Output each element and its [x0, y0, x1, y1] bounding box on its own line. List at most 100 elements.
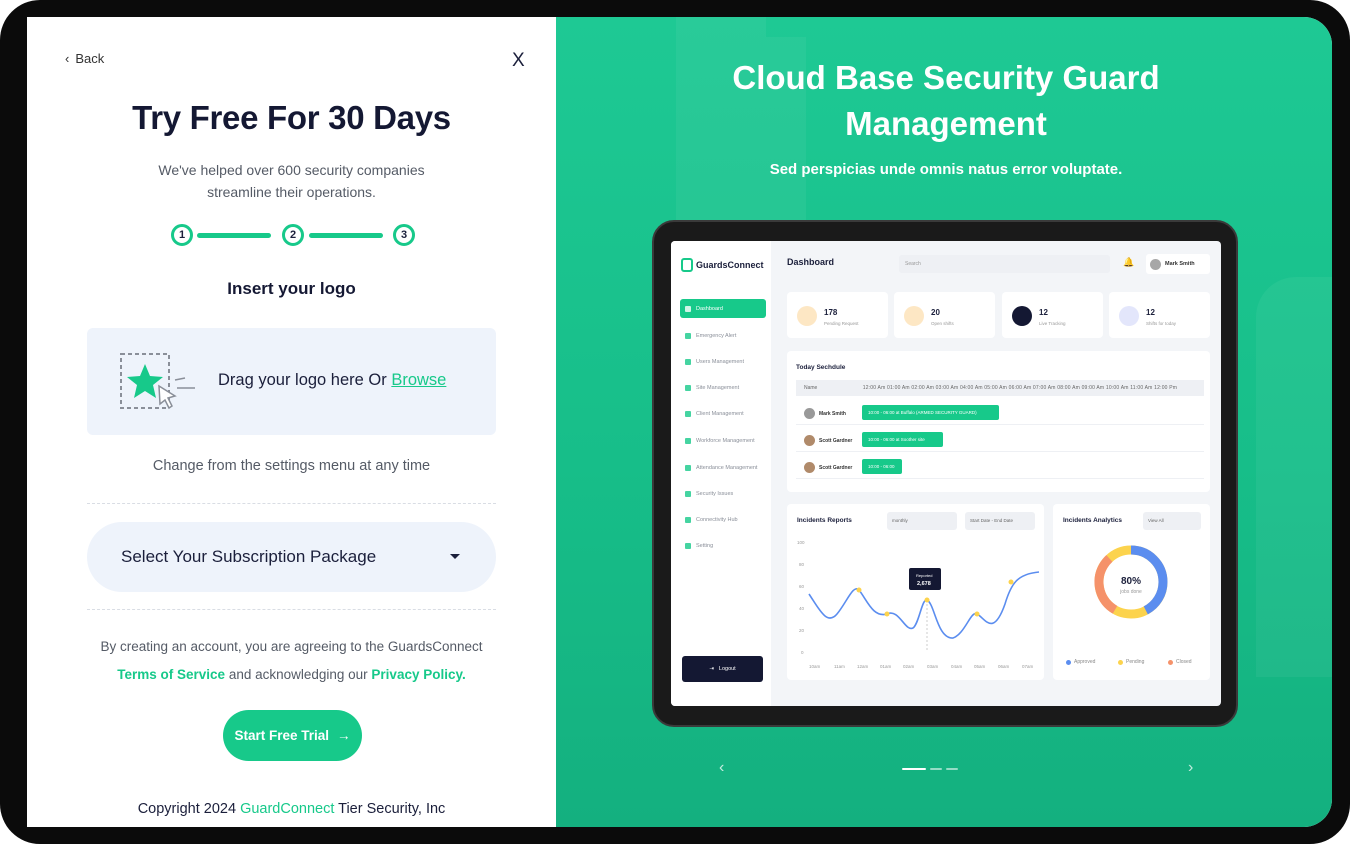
nav-dashboard: Dashboard — [680, 299, 766, 318]
start-free-trial-button[interactable]: Start Free Trial → — [223, 710, 362, 761]
y-tick: 100 — [797, 540, 805, 545]
divider — [87, 503, 496, 504]
nav-users-management: Users Management — [680, 352, 766, 371]
step-3: 3 — [393, 224, 415, 246]
x-tick: 04am — [951, 664, 963, 669]
back-label: Back — [75, 51, 105, 66]
nav-workforce-management: Workforce Management — [680, 431, 766, 450]
legend-label: Pending — [1126, 659, 1145, 665]
logo-dropzone[interactable]: Drag your logo here Or Browse — [87, 328, 496, 435]
stat-label: Pending Request — [824, 321, 859, 326]
step-1: 1 — [171, 224, 193, 246]
tablet-mockup: GuardsConnect Dashboard Emergency Alert … — [652, 220, 1238, 727]
legend-dot — [1168, 659, 1173, 665]
carousel-dot[interactable] — [902, 768, 926, 770]
incidents-reports-card: Incidents Reports monthly Start Date - E… — [787, 504, 1044, 680]
step-connector — [309, 233, 383, 238]
carousel-prev-button[interactable]: ‹ — [719, 759, 724, 777]
subscription-select[interactable]: Select Your Subscription Package — [87, 522, 496, 592]
terms-of-service-link[interactable]: Terms of Service — [117, 667, 225, 682]
stat-card: 178 Pending Request — [787, 292, 888, 338]
today-schedule: Today Sechdule Name 12:00 Am 01:00 Am 02… — [787, 351, 1210, 492]
hero-subtitle: Sed perspicias unde omnis natus error vo… — [769, 161, 1123, 178]
stat-card: 12 Live Tracking — [1002, 292, 1103, 338]
x-tick: 11am — [834, 664, 845, 669]
nav-site-management: Site Management — [680, 378, 766, 397]
data-point — [856, 587, 862, 593]
carousel-next-button[interactable]: › — [1188, 759, 1193, 777]
shield-logo-icon — [681, 258, 693, 272]
page-title: Try Free For 30 Days — [132, 99, 451, 136]
step-2: 2 — [282, 224, 304, 246]
guard-name: Scott Gardner — [804, 435, 852, 446]
incidents-analytics-card: Incidents Analytics View All 80% jobs do… — [1053, 504, 1210, 680]
legend-item: Approved — [1066, 659, 1095, 665]
nav-label: Dashboard — [696, 305, 723, 312]
stat-card: 20 Open shifts — [894, 292, 995, 338]
data-point — [884, 611, 890, 617]
nav-label: Users Management — [696, 358, 744, 365]
schedule-title: Today Sechdule — [796, 364, 846, 371]
client-icon — [685, 410, 691, 417]
guard-name: Scott Gardner — [804, 462, 852, 473]
subscription-select-value: Select Your Subscription Package — [121, 547, 377, 566]
stat-label: Live Tracking — [1039, 321, 1066, 326]
analytics-filter: View All — [1143, 512, 1201, 530]
app-user-menu: Mark Smith — [1146, 254, 1210, 274]
app-search: Search — [899, 255, 1110, 273]
stat-value: 20 — [931, 308, 940, 317]
close-button[interactable]: X — [512, 50, 525, 72]
page-subtitle: We've helped over 600 security companies… — [158, 162, 425, 200]
hero-title: Cloud Base Security Guard Management — [616, 55, 1276, 147]
terms-links: Terms of Service and acknowledging our P… — [67, 661, 516, 689]
open-shifts-icon — [904, 306, 924, 326]
stat-label: Shifts for today — [1146, 321, 1177, 326]
x-tick: 12am — [857, 664, 869, 669]
gear-icon — [685, 542, 691, 549]
privacy-policy-link[interactable]: Privacy Policy. — [371, 667, 465, 682]
nav-setting: Setting — [680, 536, 766, 555]
terms-line: By creating an account, you are agreeing… — [100, 639, 483, 654]
incidents-line-chart: 100 80 60 40 20 0 Reported 2,678 10am 11… — [797, 540, 1040, 669]
app-header-title: Dashboard — [787, 257, 835, 267]
schedule-row: Scott Gardner 10:00 - 06:00 — [796, 453, 1204, 479]
chevron-left-icon: ‹ — [65, 51, 70, 66]
period-select: monthly — [887, 512, 957, 530]
y-tick: 60 — [799, 584, 805, 589]
avatar — [1150, 258, 1161, 270]
x-tick: 10am — [809, 664, 821, 669]
nav-label: Security Issues — [696, 490, 734, 497]
data-point — [974, 611, 980, 617]
nav-label: Setting — [696, 542, 714, 549]
shift-bar: 10:00 - 06:00 at Buffalo (ARMED SECURITY… — [862, 405, 999, 420]
workforce-icon — [685, 437, 691, 444]
data-point — [924, 597, 930, 603]
browse-link[interactable]: Browse — [391, 371, 446, 389]
cta-label: Start Free Trial — [234, 728, 330, 743]
nav-label: Workforce Management — [696, 437, 755, 444]
carousel-dot[interactable] — [946, 768, 958, 770]
signup-screen: ‹ Back X Try Free For 30 Days We've help… — [27, 17, 1332, 827]
dropzone-text: Drag your logo here Or Browse — [218, 371, 446, 390]
back-button[interactable]: ‹ Back — [65, 51, 104, 66]
star-upload-icon — [120, 353, 195, 410]
attendance-icon — [685, 464, 691, 471]
schedule-row: Mark Smith 10:00 - 06:00 at Buffalo (ARM… — [796, 399, 1204, 425]
x-tick: 02am — [903, 664, 915, 669]
data-point — [1008, 579, 1014, 585]
dashboard-preview: GuardsConnect Dashboard Emergency Alert … — [671, 241, 1221, 706]
hub-icon — [685, 516, 691, 523]
promo-panel: Cloud Base Security Guard Management Sed… — [556, 17, 1332, 827]
app-logo: GuardsConnect — [681, 258, 764, 272]
copyright-brand: GuardConnect — [240, 801, 335, 817]
guard-name-text: Scott Gardner — [819, 437, 853, 444]
y-tick: 20 — [799, 628, 805, 633]
users-icon — [685, 358, 691, 365]
nav-label: Connectivity Hub — [696, 516, 738, 523]
stat-value: 12 — [1039, 308, 1048, 317]
site-icon — [685, 384, 691, 391]
schedule-name-col: Name — [804, 385, 818, 391]
carousel-dot[interactable] — [930, 768, 942, 770]
donut-label: jobs done — [1119, 589, 1142, 595]
pending-icon — [797, 306, 817, 326]
